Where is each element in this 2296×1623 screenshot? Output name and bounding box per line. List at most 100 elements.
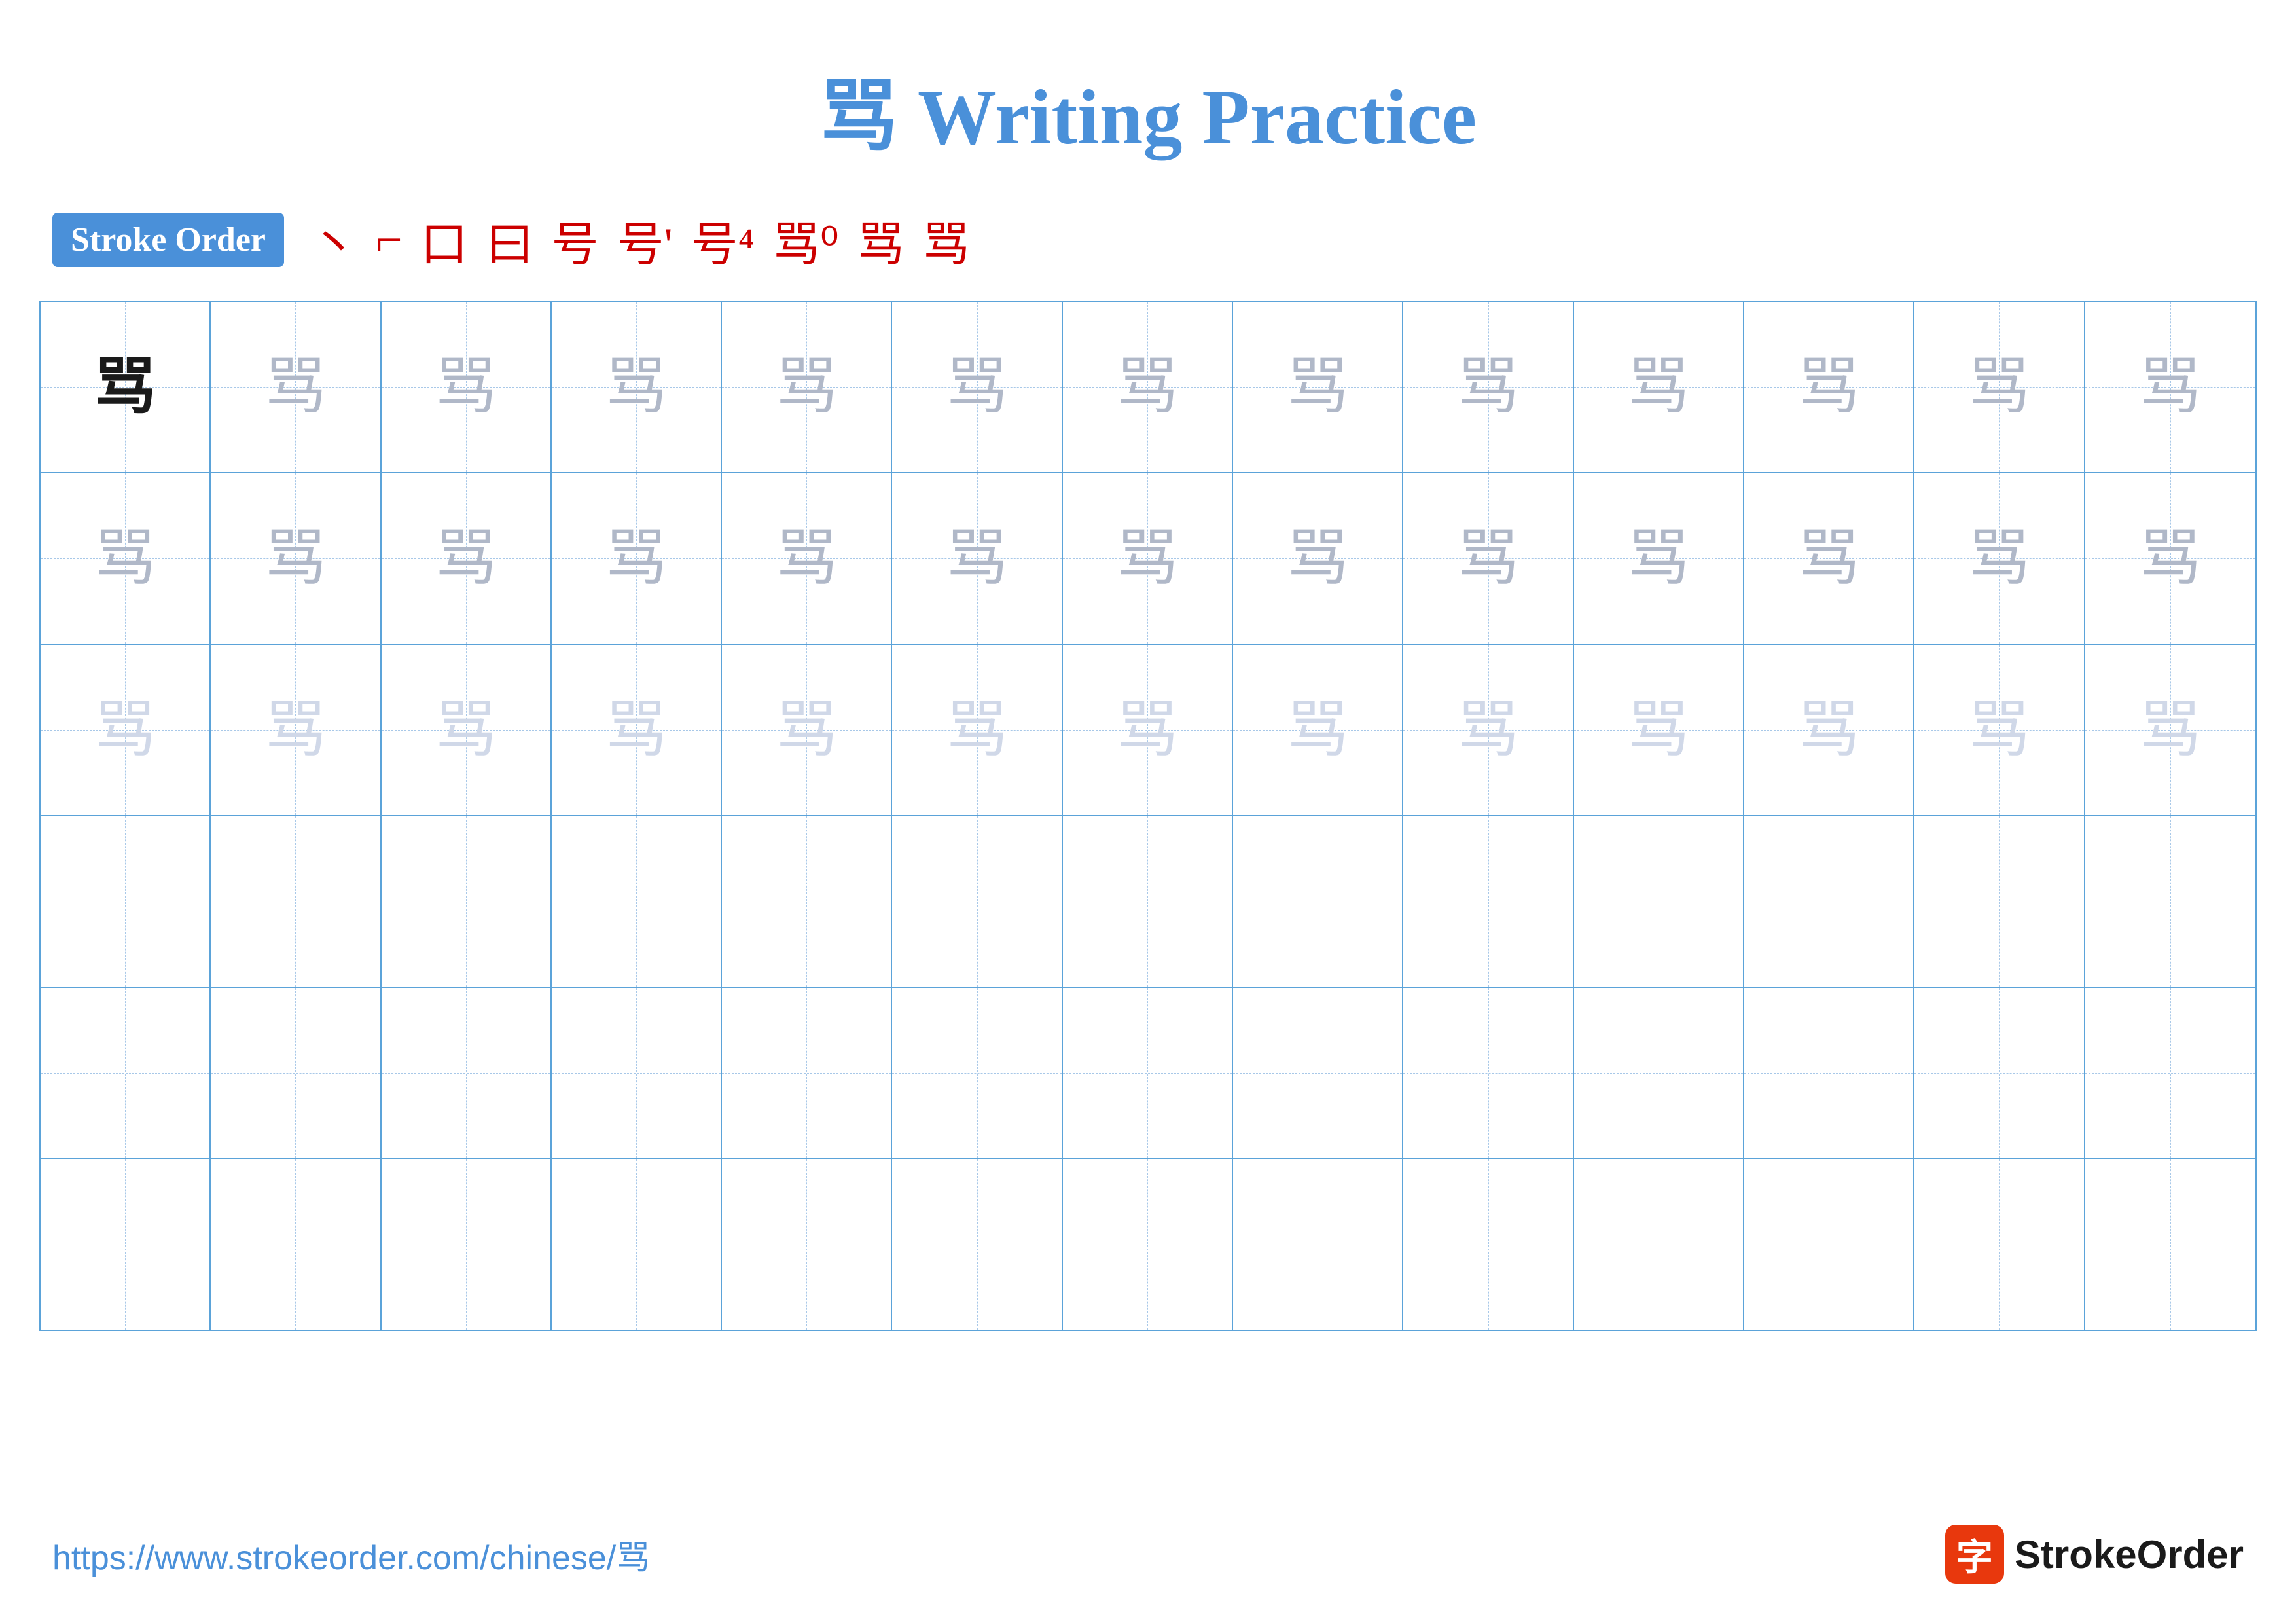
grid-row-3: 骂 骂 骂 骂 骂 骂 骂 骂 骂 骂 骂 骂 骂	[41, 645, 2255, 816]
cell-5-4[interactable]	[552, 988, 722, 1158]
cell-3-8: 骂	[1233, 645, 1403, 815]
cell-6-5[interactable]	[722, 1159, 892, 1330]
cell-1-4: 骂	[552, 302, 722, 472]
cell-5-10[interactable]	[1574, 988, 1744, 1158]
cell-4-1[interactable]	[41, 816, 211, 987]
cell-2-10: 骂	[1574, 473, 1744, 644]
cell-4-13[interactable]	[2085, 816, 2255, 987]
cell-4-2[interactable]	[211, 816, 381, 987]
footer: https://www.strokeorder.com/chinese/骂 字 …	[0, 1525, 2296, 1584]
cell-1-12: 骂	[1914, 302, 2085, 472]
cell-5-6[interactable]	[892, 988, 1062, 1158]
cell-6-11[interactable]	[1744, 1159, 1914, 1330]
cell-5-9[interactable]	[1403, 988, 1573, 1158]
cell-1-5: 骂	[722, 302, 892, 472]
cell-4-12[interactable]	[1914, 816, 2085, 987]
cell-3-9: 骂	[1403, 645, 1573, 815]
stroke-order-badge: Stroke Order	[52, 213, 284, 267]
cell-4-5[interactable]	[722, 816, 892, 987]
cell-4-4[interactable]	[552, 816, 722, 987]
cell-1-11: 骂	[1744, 302, 1914, 472]
cell-6-6[interactable]	[892, 1159, 1062, 1330]
stroke-2: ⌐	[376, 213, 403, 267]
stroke-1: 丶	[310, 206, 357, 274]
cell-6-9[interactable]	[1403, 1159, 1573, 1330]
cell-6-13[interactable]	[2085, 1159, 2255, 1330]
cell-4-10[interactable]	[1574, 816, 1744, 987]
cell-2-3: 骂	[382, 473, 552, 644]
cell-5-1[interactable]	[41, 988, 211, 1158]
cell-1-10: 骂	[1574, 302, 1744, 472]
cell-4-3[interactable]	[382, 816, 552, 987]
grid-row-1: 骂 骂 骂 骂 骂 骂 骂 骂 骂 骂 骂 骂 骂	[41, 302, 2255, 473]
cell-6-1[interactable]	[41, 1159, 211, 1330]
cell-4-9[interactable]	[1403, 816, 1573, 987]
footer-url[interactable]: https://www.strokeorder.com/chinese/骂	[52, 1530, 650, 1579]
cell-2-2: 骂	[211, 473, 381, 644]
stroke-9: 骂	[857, 206, 905, 274]
practice-grid: 骂 骂 骂 骂 骂 骂 骂 骂 骂 骂 骂 骂 骂 骂 骂 骂 骂 骂 骂 骂 …	[39, 301, 2257, 1331]
grid-row-5	[41, 988, 2255, 1159]
grid-row-2: 骂 骂 骂 骂 骂 骂 骂 骂 骂 骂 骂 骂 骂	[41, 473, 2255, 645]
cell-2-5: 骂	[722, 473, 892, 644]
cell-3-12: 骂	[1914, 645, 2085, 815]
cell-6-3[interactable]	[382, 1159, 552, 1330]
cell-3-6: 骂	[892, 645, 1062, 815]
cell-3-5: 骂	[722, 645, 892, 815]
cell-2-9: 骂	[1403, 473, 1573, 644]
cell-5-2[interactable]	[211, 988, 381, 1158]
cell-2-12: 骂	[1914, 473, 2085, 644]
footer-brand-name: StrokeOrder	[2015, 1532, 2244, 1577]
stroke-7: 号⁴	[691, 206, 755, 274]
cell-6-4[interactable]	[552, 1159, 722, 1330]
cell-4-8[interactable]	[1233, 816, 1403, 987]
cell-5-8[interactable]	[1233, 988, 1403, 1158]
cell-2-11: 骂	[1744, 473, 1914, 644]
cell-2-7: 骂	[1063, 473, 1233, 644]
cell-2-8: 骂	[1233, 473, 1403, 644]
cell-6-10[interactable]	[1574, 1159, 1744, 1330]
cell-2-6: 骂	[892, 473, 1062, 644]
grid-row-4	[41, 816, 2255, 988]
cell-3-1: 骂	[41, 645, 211, 815]
cell-6-8[interactable]	[1233, 1159, 1403, 1330]
cell-4-6[interactable]	[892, 816, 1062, 987]
cell-5-3[interactable]	[382, 988, 552, 1158]
title-char: 骂	[819, 73, 898, 160]
cell-4-11[interactable]	[1744, 816, 1914, 987]
stroke-6: 号'	[617, 206, 673, 274]
cell-2-4: 骂	[552, 473, 722, 644]
footer-logo-icon: 字	[1945, 1525, 2004, 1584]
cell-1-8: 骂	[1233, 302, 1403, 472]
cell-6-12[interactable]	[1914, 1159, 2085, 1330]
title-text: Writing Practice	[898, 73, 1477, 160]
cell-5-12[interactable]	[1914, 988, 2085, 1158]
cell-4-7[interactable]	[1063, 816, 1233, 987]
cell-1-7: 骂	[1063, 302, 1233, 472]
cell-5-13[interactable]	[2085, 988, 2255, 1158]
cell-2-13: 骂	[2085, 473, 2255, 644]
cell-3-2: 骂	[211, 645, 381, 815]
cell-3-11: 骂	[1744, 645, 1914, 815]
cell-1-1: 骂	[41, 302, 211, 472]
cell-3-3: 骂	[382, 645, 552, 815]
stroke-3: 口	[421, 206, 468, 274]
cell-1-6: 骂	[892, 302, 1062, 472]
cell-1-13: 骂	[2085, 302, 2255, 472]
footer-brand: 字 StrokeOrder	[1945, 1525, 2244, 1584]
stroke-10: 骂	[923, 206, 970, 274]
cell-3-13: 骂	[2085, 645, 2255, 815]
cell-5-5[interactable]	[722, 988, 892, 1158]
stroke-8: 骂⁰	[773, 206, 839, 274]
cell-5-7[interactable]	[1063, 988, 1233, 1158]
page-title: 骂 Writing Practice	[0, 0, 2296, 166]
cell-1-3: 骂	[382, 302, 552, 472]
cell-6-7[interactable]	[1063, 1159, 1233, 1330]
stroke-5: 号	[552, 206, 599, 274]
cell-2-1: 骂	[41, 473, 211, 644]
cell-3-4: 骂	[552, 645, 722, 815]
cell-5-11[interactable]	[1744, 988, 1914, 1158]
cell-3-10: 骂	[1574, 645, 1744, 815]
cell-1-9: 骂	[1403, 302, 1573, 472]
cell-6-2[interactable]	[211, 1159, 381, 1330]
